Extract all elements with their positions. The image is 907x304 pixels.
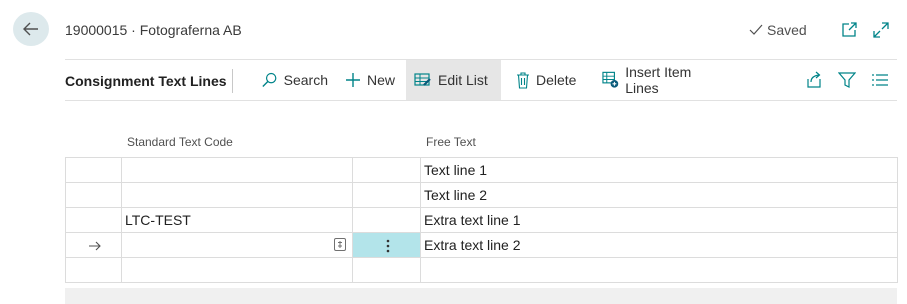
share-button[interactable] [804, 70, 824, 90]
table-row-current[interactable]: Extra text line 2 [65, 232, 898, 258]
more-options-icon [386, 239, 390, 253]
insert-item-lines-label: Insert Item Lines [625, 64, 692, 96]
column-header-standard-text-code[interactable]: Standard Text Code [127, 135, 233, 149]
filter-icon [838, 72, 856, 88]
table-row[interactable]: Text line 1 [65, 157, 898, 183]
expand-icon [873, 22, 889, 38]
divider [232, 69, 233, 93]
save-status: Saved [749, 22, 807, 38]
lines-grid: Text line 1 Text line 2 LTC-TEST Extra t… [65, 157, 898, 283]
delete-label: Delete [536, 72, 577, 88]
grid-footer-area [65, 288, 897, 304]
row-menu-cell[interactable] [352, 257, 421, 283]
delete-button[interactable]: Delete [508, 60, 585, 100]
search-icon [262, 72, 277, 87]
current-row-arrow-icon [89, 241, 101, 251]
list-icon [872, 74, 888, 86]
trash-icon [517, 71, 529, 89]
row-selector[interactable] [65, 157, 122, 183]
arrow-left-icon [23, 22, 38, 36]
insert-lines-icon [602, 71, 619, 88]
edit-list-label: Edit List [438, 72, 488, 88]
open-new-window-button[interactable] [839, 20, 859, 40]
share-icon [807, 71, 821, 88]
plus-icon [346, 73, 360, 87]
search-label: Search [283, 72, 328, 88]
column-header-free-text[interactable]: Free Text [426, 135, 476, 149]
list-view-button[interactable] [870, 70, 890, 90]
standard-text-code-cell-active[interactable] [121, 232, 353, 258]
edit-list-button[interactable]: Edit List [406, 60, 501, 100]
standard-text-code-cell[interactable] [121, 157, 353, 183]
standard-text-code-cell[interactable] [121, 257, 353, 283]
free-text-cell[interactable]: Text line 1 [420, 157, 898, 183]
table-row[interactable]: Text line 2 [65, 182, 898, 208]
row-menu-cell[interactable] [352, 182, 421, 208]
page-title: 19000015 · Fotograferna AB [65, 22, 242, 38]
row-actions-menu[interactable] [352, 232, 421, 258]
divider [65, 100, 897, 101]
edit-list-icon [414, 73, 431, 86]
back-button[interactable] [13, 12, 49, 46]
filter-button[interactable] [837, 70, 857, 90]
open-new-window-icon [842, 22, 857, 37]
row-selector[interactable] [65, 257, 122, 283]
row-selector[interactable] [65, 207, 122, 233]
part-caption: Consignment Text Lines [65, 73, 227, 89]
free-text-cell[interactable]: Extra text line 1 [420, 207, 898, 233]
save-status-label: Saved [767, 22, 807, 38]
standard-text-code-cell[interactable] [121, 182, 353, 208]
row-menu-cell[interactable] [352, 157, 421, 183]
new-button[interactable]: New [337, 60, 404, 100]
expand-button[interactable] [871, 20, 891, 40]
row-menu-cell[interactable] [352, 207, 421, 233]
free-text-cell[interactable] [420, 257, 898, 283]
table-row-new[interactable] [65, 257, 898, 283]
lookup-icon[interactable] [334, 238, 346, 251]
row-selector[interactable] [65, 182, 122, 208]
standard-text-code-cell[interactable]: LTC-TEST [121, 207, 353, 233]
search-button[interactable]: Search [253, 60, 336, 100]
free-text-cell[interactable]: Extra text line 2 [420, 232, 898, 258]
new-label: New [367, 72, 396, 88]
row-selector[interactable] [65, 232, 122, 258]
table-row[interactable]: LTC-TEST Extra text line 1 [65, 207, 898, 233]
checkmark-icon [749, 24, 763, 35]
insert-item-lines-button[interactable]: Insert Item Lines [594, 60, 732, 100]
free-text-cell[interactable]: Text line 2 [420, 182, 898, 208]
